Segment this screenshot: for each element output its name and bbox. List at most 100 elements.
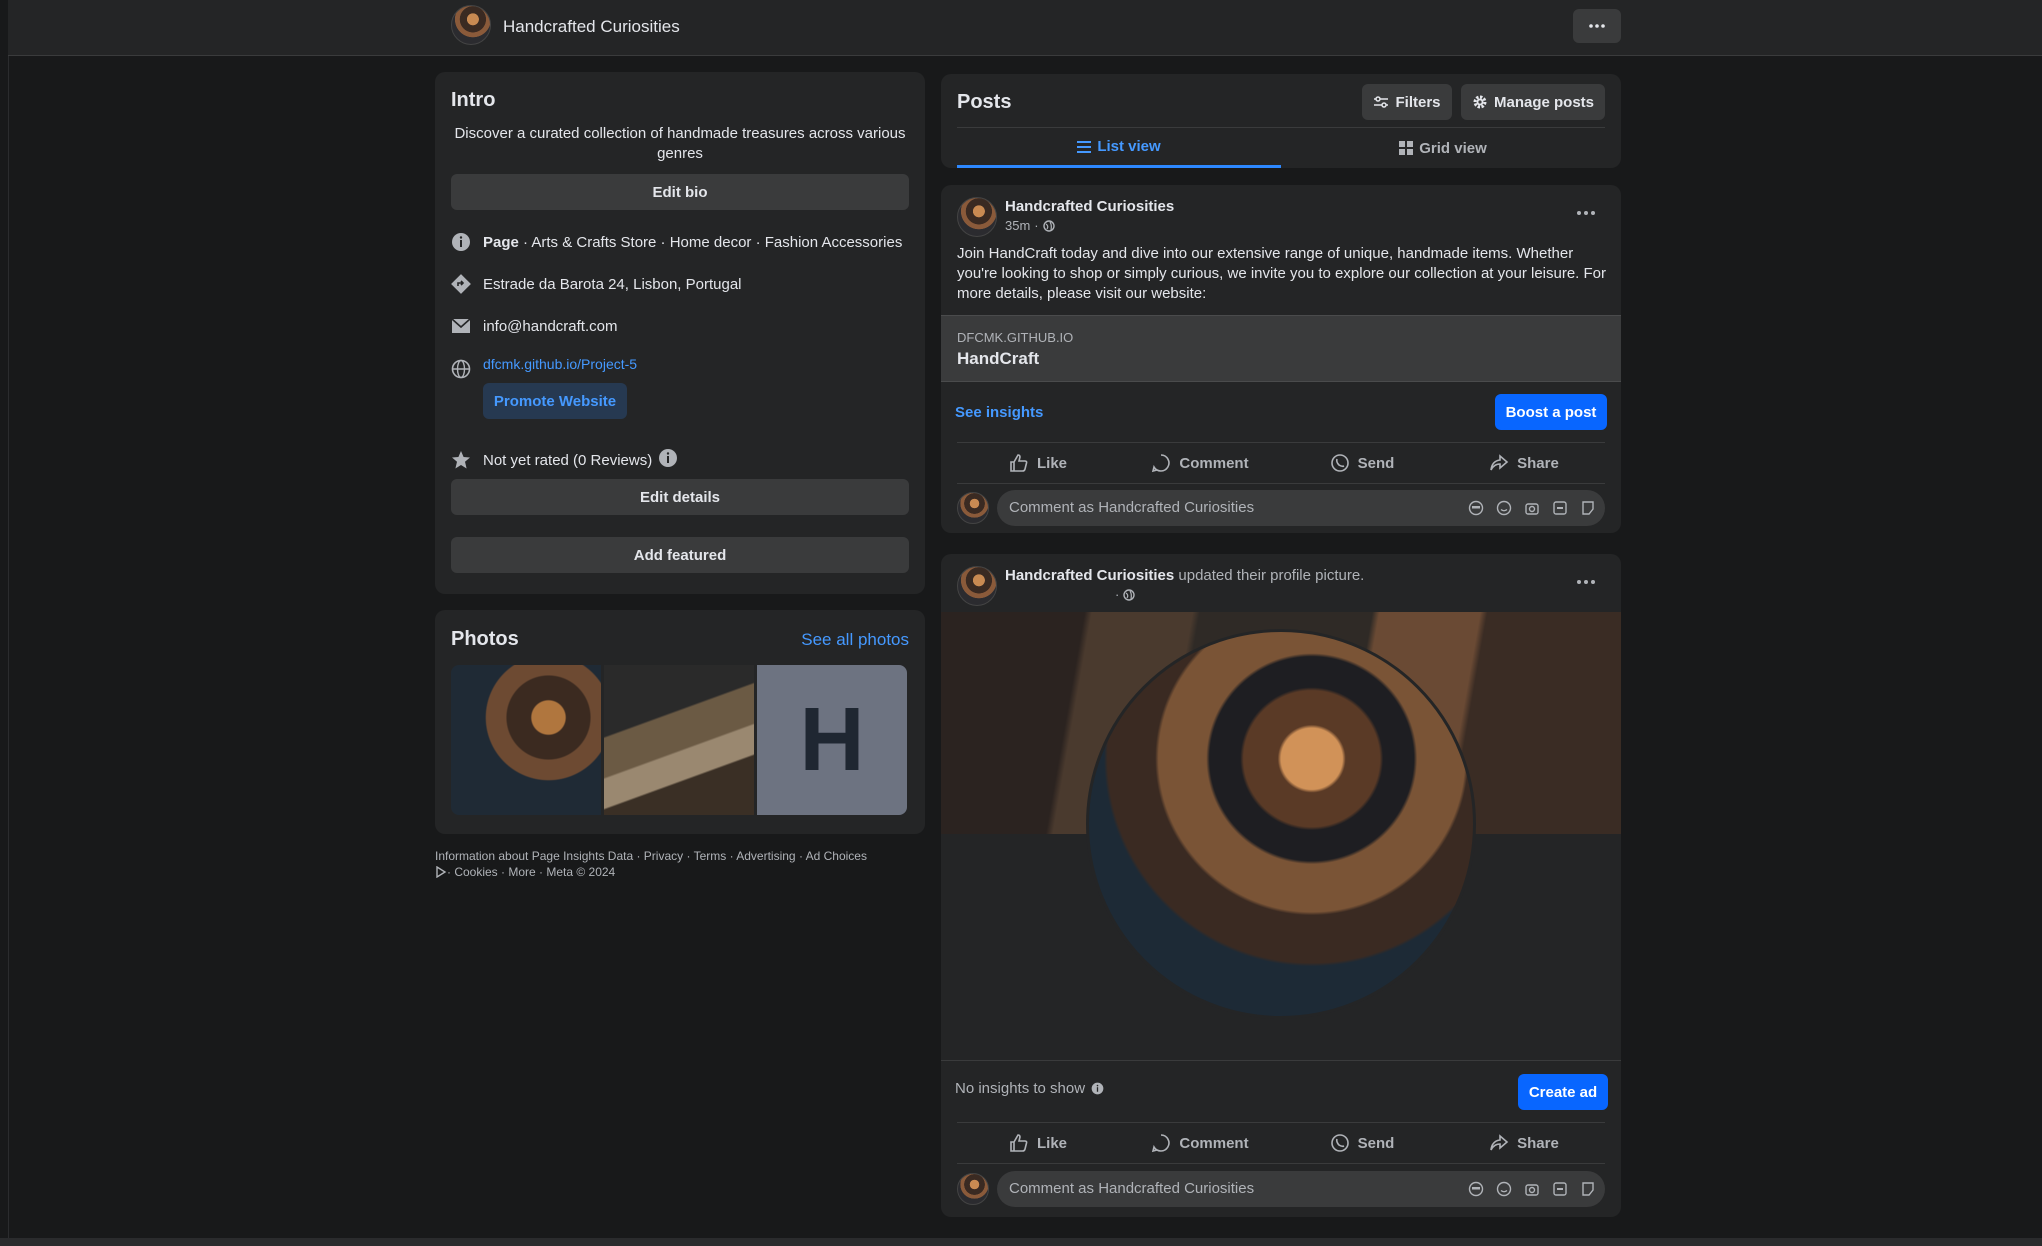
edit-bio-button[interactable]: Edit bio — [451, 174, 909, 210]
profile-picture[interactable] — [1086, 629, 1476, 1019]
comment-placeholder: Comment as Handcrafted Curiosities — [1009, 499, 1255, 516]
post-card: Handcrafted Curiosities 35m · Join HandCr… — [941, 185, 1621, 533]
share-button[interactable]: Share — [1443, 443, 1605, 483]
post-time[interactable]: 35m — [1005, 218, 1030, 233]
share-button[interactable]: Share — [1443, 1123, 1605, 1163]
placeholder-letter: H — [799, 689, 865, 790]
post-actions: Like Comment Send Share — [957, 1122, 1605, 1164]
comment-icon — [1152, 454, 1171, 473]
promote-website-button[interactable]: Promote Website — [483, 383, 627, 419]
post-options-button[interactable] — [1571, 201, 1601, 225]
gear-icon — [1473, 95, 1487, 109]
comment-tools — [1467, 1180, 1597, 1198]
photo-thumbnail[interactable]: H — [757, 665, 907, 815]
rating-info-icon[interactable] — [658, 448, 678, 472]
author-avatar[interactable] — [957, 197, 997, 237]
camera-icon[interactable] — [1523, 499, 1541, 517]
avatar-sticker-icon[interactable] — [1467, 1180, 1485, 1198]
post-card: Handcrafted Curiosities updated their pr… — [941, 554, 1621, 1217]
posts-title: Posts — [957, 91, 1012, 113]
filters-button[interactable]: Filters — [1362, 84, 1452, 120]
envelope-icon — [451, 316, 471, 336]
page-header-bar: Handcrafted Curiosities — [8, 0, 2042, 56]
globe-icon — [1042, 219, 1055, 232]
like-icon — [1010, 1134, 1028, 1152]
comment-placeholder: Comment as Handcrafted Curiosities — [1009, 1180, 1255, 1197]
intro-title: Intro — [451, 89, 496, 111]
email-text: info@handcraft.com — [483, 317, 618, 335]
footer-line-2[interactable]: · Cookies · More · Meta © 2024 — [447, 864, 615, 880]
create-ad-button[interactable]: Create ad — [1518, 1074, 1608, 1110]
email-row: info@handcraft.com — [451, 316, 617, 336]
see-all-photos-link[interactable]: See all photos — [801, 630, 909, 650]
comment-button[interactable]: Comment — [1119, 1123, 1281, 1163]
address-row: Estrade da Barota 24, Lisbon, Portugal — [451, 274, 742, 294]
photo-thumbnail[interactable] — [451, 665, 601, 815]
footer-links: Information about Page Insights Data · P… — [435, 848, 925, 880]
post-author[interactable]: Handcrafted Curiosities — [1005, 198, 1174, 215]
comment-icon — [1152, 1134, 1171, 1153]
emoji-icon[interactable] — [1495, 499, 1513, 517]
manage-posts-button[interactable]: Manage posts — [1461, 84, 1605, 120]
globe-icon — [1123, 588, 1136, 601]
see-insights-link[interactable]: See insights — [955, 404, 1043, 421]
posts-header-card: Posts Filters Manage posts List view Gri… — [941, 74, 1621, 168]
sticker-icon[interactable] — [1579, 1180, 1597, 1198]
camera-icon[interactable] — [1523, 1180, 1541, 1198]
photo-thumbnail[interactable] — [604, 665, 754, 815]
post-meta: 35m · — [1005, 218, 1055, 233]
post-options-button[interactable] — [1571, 570, 1601, 594]
tab-list-view[interactable]: List view — [957, 128, 1281, 168]
post-actions: Like Comment Send Share — [957, 442, 1605, 484]
share-icon — [1490, 1134, 1509, 1151]
website-link[interactable]: dfcmk.github.io/Project-5 — [483, 356, 637, 372]
more-options-button[interactable] — [1573, 9, 1621, 43]
page-title: Handcrafted Curiosities — [503, 17, 680, 36]
link-title: HandCraft — [957, 349, 1040, 368]
send-button[interactable]: Send — [1281, 443, 1443, 483]
comment-input[interactable]: Comment as Handcrafted Curiosities — [997, 490, 1605, 526]
bottom-strip — [0, 1238, 2042, 1246]
post-text: Join HandCraft today and dive into our e… — [957, 245, 1607, 302]
boost-post-button[interactable]: Boost a post — [1495, 394, 1607, 430]
tab-grid-view[interactable]: Grid view — [1281, 128, 1605, 168]
emoji-icon[interactable] — [1495, 1180, 1513, 1198]
like-button[interactable]: Like — [957, 443, 1119, 483]
list-icon — [1077, 140, 1092, 153]
link-preview[interactable]: DFCMK.GITHUB.IO HandCraft — [941, 315, 1621, 382]
commenter-avatar[interactable] — [957, 1173, 989, 1205]
grid-icon — [1399, 141, 1414, 155]
category-row: Page · Arts & Crafts Store · Home decor … — [451, 232, 902, 252]
category-label: Page — [483, 233, 519, 251]
edit-details-button[interactable]: Edit details — [451, 479, 909, 515]
commenter-avatar[interactable] — [957, 492, 989, 524]
comment-composer: Comment as Handcrafted Curiosities — [957, 1171, 1605, 1207]
rating-row: Not yet rated (0 Reviews) — [451, 448, 678, 472]
add-featured-button[interactable]: Add featured — [451, 537, 909, 573]
author-avatar[interactable] — [957, 566, 997, 606]
avatar-sticker-icon[interactable] — [1467, 499, 1485, 517]
share-icon — [1490, 454, 1509, 471]
address-text: Estrade da Barota 24, Lisbon, Portugal — [483, 275, 742, 293]
like-button[interactable]: Like — [957, 1123, 1119, 1163]
sticker-icon[interactable] — [1579, 499, 1597, 517]
gif-icon[interactable] — [1551, 499, 1569, 517]
link-domain: DFCMK.GITHUB.IO — [957, 330, 1074, 345]
page-avatar[interactable] — [451, 5, 491, 45]
footer-line-1[interactable]: Information about Page Insights Data · P… — [435, 848, 925, 864]
category-list: · Arts & Crafts Store · Home decor · Fas… — [518, 233, 903, 251]
comment-button[interactable]: Comment — [1119, 443, 1281, 483]
comment-input[interactable]: Comment as Handcrafted Curiosities — [997, 1171, 1605, 1207]
post-author: Handcrafted Curiosities updated their pr… — [1005, 567, 1365, 584]
whatsapp-icon — [1330, 1134, 1349, 1152]
like-icon — [1010, 454, 1028, 472]
more-icon — [1577, 211, 1595, 215]
ad-choices-icon[interactable] — [435, 866, 447, 878]
send-button[interactable]: Send — [1281, 1123, 1443, 1163]
comment-tools — [1467, 499, 1597, 517]
photos-card: Photos See all photos H — [435, 610, 925, 834]
info-icon[interactable] — [1091, 1082, 1104, 1095]
directions-icon — [451, 274, 471, 294]
website-row: dfcmk.github.io/Project-5 — [451, 355, 637, 379]
gif-icon[interactable] — [1551, 1180, 1569, 1198]
